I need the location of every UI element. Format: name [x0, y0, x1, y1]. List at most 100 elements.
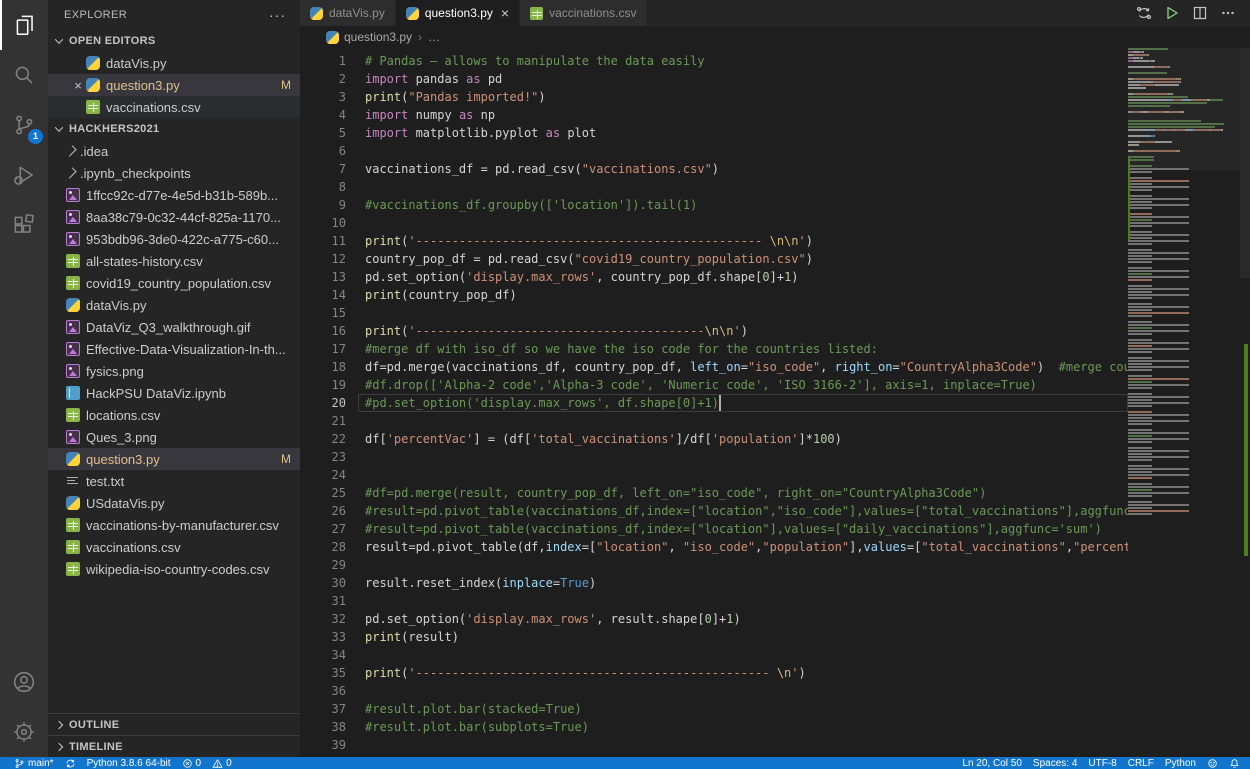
activity-source-control-icon[interactable]: 1: [0, 100, 48, 150]
tree-item-1ffcc92c-d77e-4e5d-b31b-589b-[interactable]: 1ffcc92c-d77e-4e5d-b31b-589b...: [48, 184, 300, 206]
code-line-26[interactable]: 26 #result=pd.pivot_table(vaccinations_df…: [300, 502, 1128, 520]
minimap-viewport[interactable]: [1128, 48, 1240, 170]
code-line-16[interactable]: 16 print('-------------------------------…: [300, 322, 1128, 340]
tree-item-wikipedia-iso-country-codes-csv[interactable]: wikipedia-iso-country-codes.csv: [48, 558, 300, 580]
code-line-29[interactable]: 29: [300, 556, 1128, 574]
code-line-27[interactable]: 27 #result=pd.pivot_table(vaccinations_df…: [300, 520, 1128, 538]
code-line-12[interactable]: 12 country_pop_df = pd.read_csv("covid19_…: [300, 250, 1128, 268]
loop-arrows-icon[interactable]: [1130, 0, 1158, 26]
breadcrumb[interactable]: question3.py › …: [300, 26, 1250, 48]
status-bell[interactable]: [1229, 758, 1240, 769]
code-line-20[interactable]: 20 #pd.set_option('display.max_rows', df.…: [300, 394, 1128, 412]
code-line-35[interactable]: 35 print('-------------------------------…: [300, 664, 1128, 682]
tree-item--idea[interactable]: .idea: [48, 140, 300, 162]
activity-settings-icon[interactable]: [0, 707, 48, 757]
code-line-36[interactable]: 36: [300, 682, 1128, 700]
tab-datavis-py[interactable]: dataVis.py: [300, 0, 396, 26]
code-line-21[interactable]: 21: [300, 412, 1128, 430]
code-line-28[interactable]: 28 result=pd.pivot_table(df,index=["locat…: [300, 538, 1128, 556]
code-line-4[interactable]: 4 import numpy as np: [300, 106, 1128, 124]
open-editors-header[interactable]: OPEN EDITORS: [48, 30, 300, 52]
outline-header[interactable]: OUTLINE: [48, 713, 300, 735]
breadcrumb-more[interactable]: …: [428, 30, 440, 44]
code-line-14[interactable]: 14 print(country_pop_df): [300, 286, 1128, 304]
open-editor-vaccinations-csv[interactable]: vaccinations.csv: [48, 96, 300, 118]
code-lines[interactable]: 1 # Pandas — allows to manipulate the dat…: [300, 48, 1128, 757]
tree-item-all-states-history-csv[interactable]: all-states-history.csv: [48, 250, 300, 272]
code-line-7[interactable]: 7 vaccinations_df = pd.read_csv("vaccinat…: [300, 160, 1128, 178]
code-line-24[interactable]: 24: [300, 466, 1128, 484]
code-line-31[interactable]: 31: [300, 592, 1128, 610]
status-python-3-8-6-64-bit[interactable]: Python 3.8.6 64-bit: [87, 758, 171, 769]
editor-more-actions-icon[interactable]: [1214, 0, 1242, 26]
code-line-30[interactable]: 30 result.reset_index(inplace=True): [300, 574, 1128, 592]
run-python-file-button[interactable]: [1158, 0, 1186, 26]
code-line-15[interactable]: 15: [300, 304, 1128, 322]
open-editor-question3-py[interactable]: × question3.py M: [48, 74, 300, 96]
activity-account-icon[interactable]: [0, 657, 48, 707]
activity-search-icon[interactable]: [0, 50, 48, 100]
code-line-17[interactable]: 17 #merge df with iso_df so we have the i…: [300, 340, 1128, 358]
tree-item-locations-csv[interactable]: locations.csv: [48, 404, 300, 426]
code-line-9[interactable]: 9 #vaccinations_df.groupby(['location']).…: [300, 196, 1128, 214]
code-line-34[interactable]: 34: [300, 646, 1128, 664]
activity-extensions-icon[interactable]: [0, 200, 48, 250]
minimap[interactable]: [1128, 48, 1240, 757]
code-line-39[interactable]: 39: [300, 736, 1128, 754]
close-tab-icon[interactable]: ×: [501, 5, 509, 21]
code-line-13[interactable]: 13 pd.set_option('display.max_rows', coun…: [300, 268, 1128, 286]
code-line-33[interactable]: 33 print(result): [300, 628, 1128, 646]
status-warning[interactable]: 0: [212, 758, 232, 769]
code-line-1[interactable]: 1 # Pandas — allows to manipulate the dat…: [300, 52, 1128, 70]
code-line-11[interactable]: 11 print('-------------------------------…: [300, 232, 1128, 250]
code-line-5[interactable]: 5 import matplotlib.pyplot as plot: [300, 124, 1128, 142]
tree-item-ques-3-png[interactable]: Ques_3.png: [48, 426, 300, 448]
tree-item-test-txt[interactable]: test.txt: [48, 470, 300, 492]
code-line-10[interactable]: 10: [300, 214, 1128, 232]
status-error[interactable]: 0: [182, 758, 201, 769]
more-actions-icon[interactable]: ···: [269, 7, 286, 23]
code-line-32[interactable]: 32 pd.set_option('display.max_rows', resu…: [300, 610, 1128, 628]
code-line-22[interactable]: 22 df['percentVac'] = (df['total_vaccinat…: [300, 430, 1128, 448]
tab-vaccinations-csv[interactable]: vaccinations.csv: [520, 0, 648, 26]
tree-item-covid19-country-population-csv[interactable]: covid19_country_population.csv: [48, 272, 300, 294]
tab-question3-py[interactable]: question3.py ×: [395, 0, 521, 26]
tree-item-usdatavis-py[interactable]: USdataVis.py: [48, 492, 300, 514]
tree-item-question3-py[interactable]: question3.py M: [48, 448, 300, 470]
open-editor-datavis-py[interactable]: dataVis.py: [48, 52, 300, 74]
tree-item-fysics-png[interactable]: fysics.png: [48, 360, 300, 382]
status-feedback[interactable]: [1207, 758, 1218, 769]
tree-item-dataviz-q3-walkthrough-gif[interactable]: DataViz_Q3_walkthrough.gif: [48, 316, 300, 338]
tree-item-8aa38c79-0c32-44cf-825a-1170-[interactable]: 8aa38c79-0c32-44cf-825a-1170...: [48, 206, 300, 228]
code-line-38[interactable]: 38 #result.plot.bar(subplots=True): [300, 718, 1128, 736]
status-crlf[interactable]: CRLF: [1128, 758, 1154, 769]
tree-item-953bdb96-3de0-422c-a775-c60-[interactable]: 953bdb96-3de0-422c-a775-c60...: [48, 228, 300, 250]
tree-item--ipynb-checkpoints[interactable]: .ipynb_checkpoints: [48, 162, 300, 184]
workspace-header[interactable]: HACKHERS2021: [48, 118, 300, 140]
timeline-header[interactable]: TIMELINE: [48, 735, 300, 757]
tree-item-hackpsu-dataviz-ipynb[interactable]: HackPSU DataViz.ipynb: [48, 382, 300, 404]
code-line-8[interactable]: 8: [300, 178, 1128, 196]
status-utf-8[interactable]: UTF-8: [1088, 758, 1116, 769]
tree-item-vaccinations-by-manufacturer-csv[interactable]: vaccinations-by-manufacturer.csv: [48, 514, 300, 536]
tree-item-effective-data-visualization-in-th-[interactable]: Effective-Data-Visualization-In-th...: [48, 338, 300, 360]
activity-explorer-icon[interactable]: [0, 0, 48, 50]
code-line-25[interactable]: 25 #df=pd.merge(result, country_pop_df, l…: [300, 484, 1128, 502]
status-python[interactable]: Python: [1165, 758, 1196, 769]
status-spaces-4[interactable]: Spaces: 4: [1033, 758, 1077, 769]
code-line-19[interactable]: 19 #df.drop(['Alpha-2 code','Alpha-3 code…: [300, 376, 1128, 394]
close-editor-icon[interactable]: ×: [70, 78, 86, 93]
code-line-18[interactable]: 18 df=pd.merge(vaccinations_df, country_p…: [300, 358, 1128, 376]
status-sync[interactable]: [65, 758, 76, 769]
code-line-23[interactable]: 23: [300, 448, 1128, 466]
activity-run-debug-icon[interactable]: [0, 150, 48, 200]
tree-item-vaccinations-csv[interactable]: vaccinations.csv: [48, 536, 300, 558]
code-line-6[interactable]: 6: [300, 142, 1128, 160]
split-editor-icon[interactable]: [1186, 0, 1214, 26]
code-line-2[interactable]: 2 import pandas as pd: [300, 70, 1128, 88]
status-branch[interactable]: main*: [14, 758, 54, 769]
status-ln-20-col-50[interactable]: Ln 20, Col 50: [962, 758, 1022, 769]
breadcrumb-file[interactable]: question3.py: [344, 30, 412, 44]
scrollbar-thumb[interactable]: [1240, 48, 1250, 278]
code-line-37[interactable]: 37 #result.plot.bar(stacked=True): [300, 700, 1128, 718]
